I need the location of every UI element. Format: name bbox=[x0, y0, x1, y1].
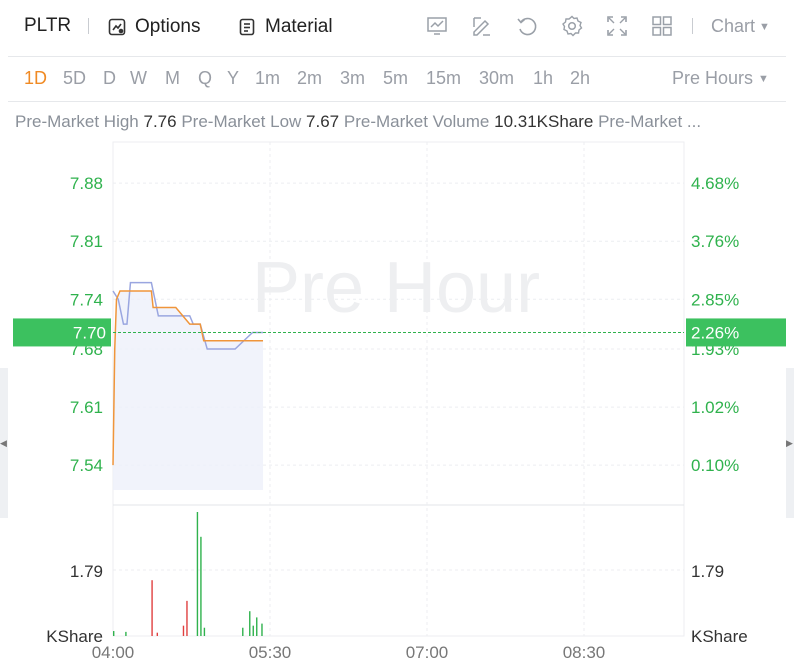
y-tick-pct-label: 3.76% bbox=[691, 232, 739, 251]
volume-bar bbox=[125, 631, 127, 636]
x-tick-label: 08:30 bbox=[563, 643, 606, 662]
chart-watermark: Pre Hour bbox=[252, 248, 540, 328]
y-tick-label: 7.88 bbox=[70, 174, 103, 193]
volume-tick-label-right: 1.79 bbox=[691, 562, 724, 581]
volume-bar bbox=[249, 611, 251, 636]
y-tick-label: 7.74 bbox=[70, 290, 103, 309]
volume-bar bbox=[196, 512, 199, 636]
volume-tick-label: 1.79 bbox=[70, 562, 103, 581]
volume-bars bbox=[113, 512, 263, 636]
volume-bar bbox=[256, 617, 258, 636]
volume-bar bbox=[182, 625, 185, 636]
volume-bar bbox=[186, 600, 188, 636]
volume-bar bbox=[252, 625, 254, 636]
y-tick-pct-label: 4.68% bbox=[691, 174, 739, 193]
current-price-text: 7.70 bbox=[73, 323, 106, 342]
y-tick-label: 7.54 bbox=[70, 456, 103, 475]
volume-unit-label-right: KShare bbox=[691, 627, 748, 646]
volume-bar bbox=[261, 623, 263, 636]
x-tick-label: 05:30 bbox=[249, 643, 292, 662]
volume-bar bbox=[200, 536, 202, 636]
x-tick-label: 07:00 bbox=[406, 643, 449, 662]
y-tick-label: 7.61 bbox=[70, 398, 103, 417]
price-area bbox=[113, 290, 264, 490]
x-tick-label: 04:00 bbox=[92, 643, 135, 662]
volume-bar bbox=[203, 627, 206, 636]
volume-bar bbox=[242, 627, 244, 636]
y-tick-pct-label: 1.02% bbox=[691, 398, 739, 417]
y-tick-pct-label: 0.10% bbox=[691, 456, 739, 475]
y-tick-label: 7.81 bbox=[70, 232, 103, 251]
volume-bar bbox=[113, 631, 115, 636]
y-tick-pct-label: 2.85% bbox=[691, 290, 739, 309]
price-chart[interactable]: Pre Hour 7.88 4.68%7.81 3.76%7.74 2.85%7.68… bbox=[0, 0, 794, 665]
volume-bar bbox=[151, 580, 153, 636]
volume-bar bbox=[156, 632, 159, 636]
current-pct-text: 2.26% bbox=[691, 323, 739, 342]
